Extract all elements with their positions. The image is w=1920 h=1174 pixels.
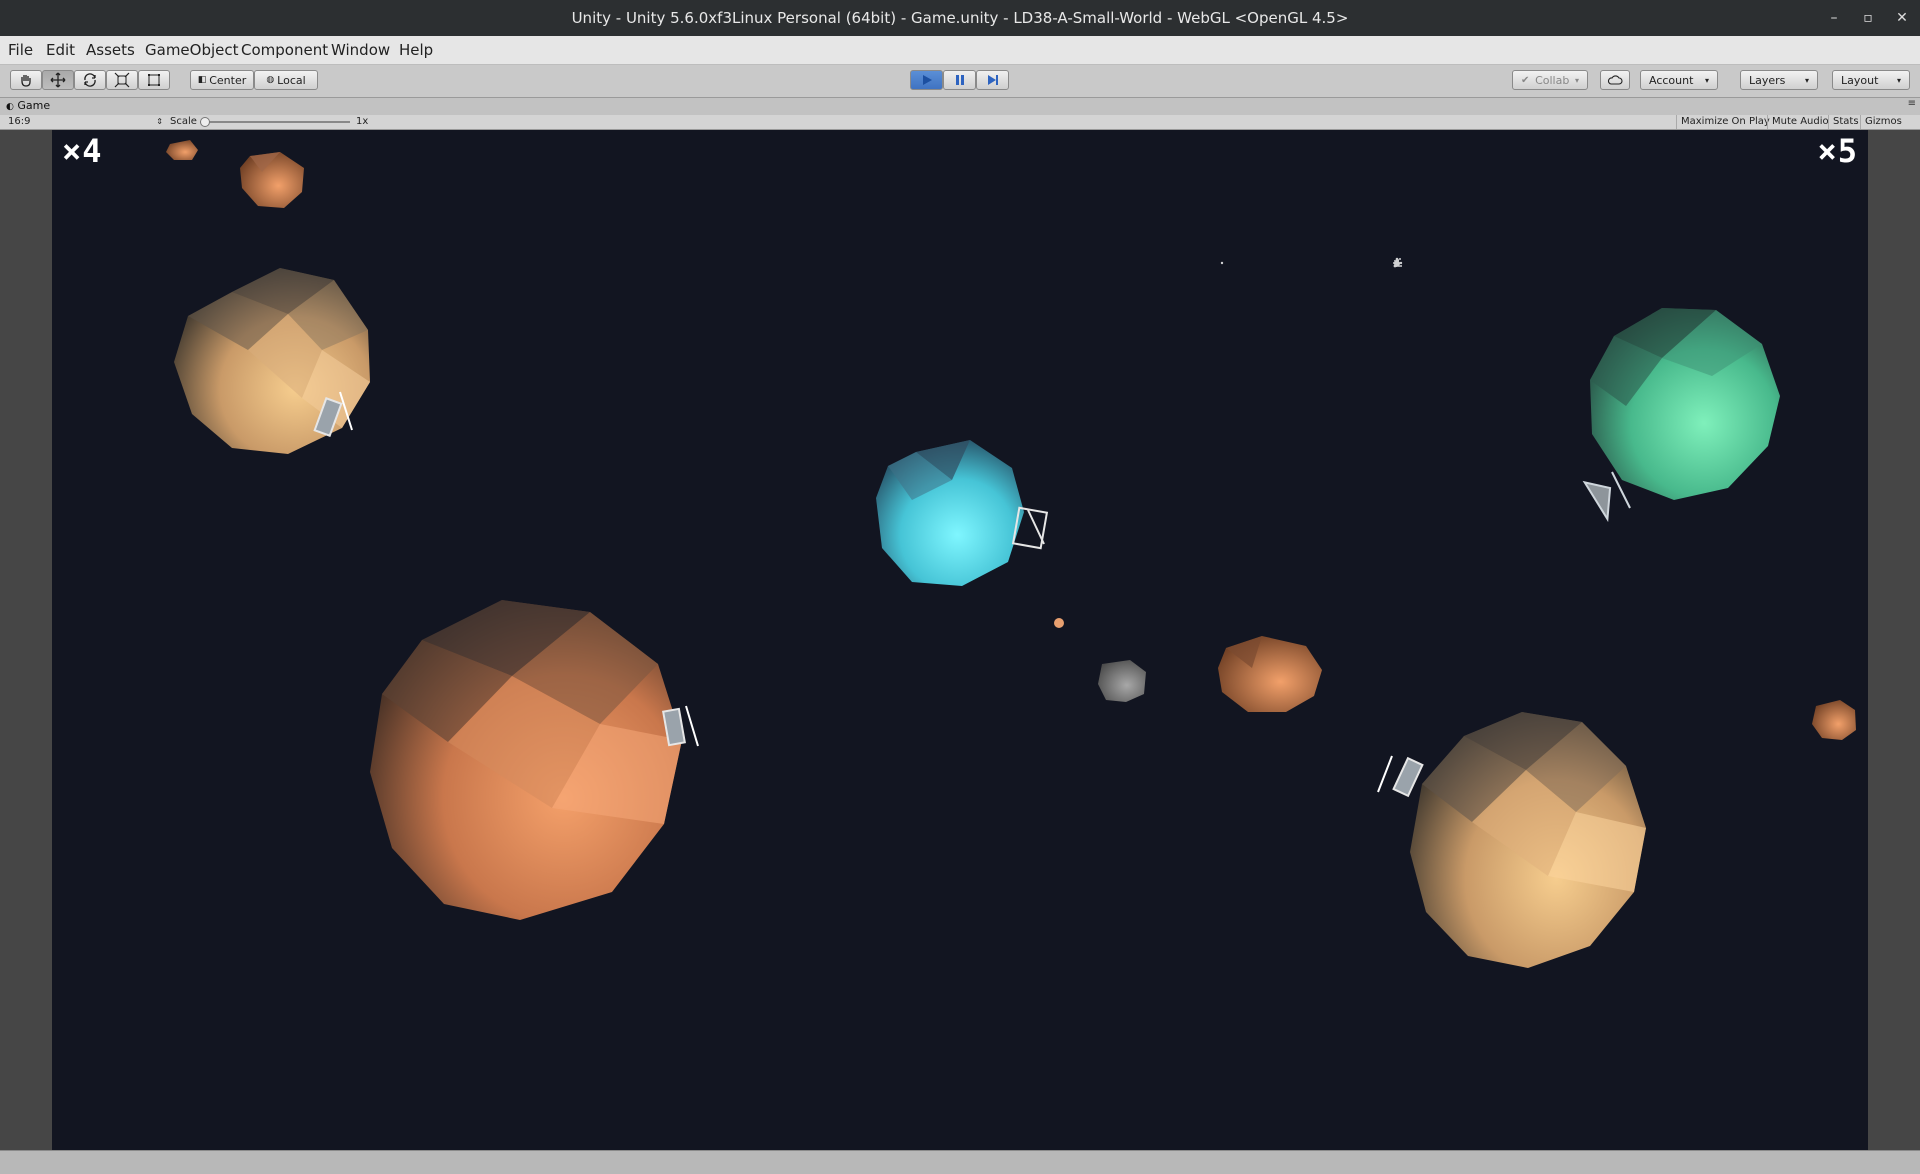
asteroid-center-orange: [1218, 636, 1322, 712]
hand-tool-button[interactable]: [10, 70, 42, 90]
account-dropdown[interactable]: Account ▾: [1640, 70, 1718, 90]
maximize-on-play-toggle[interactable]: Maximize On Play: [1676, 115, 1774, 129]
game-viewport[interactable]: ×4 ×5: [52, 130, 1868, 1150]
collab-dropdown[interactable]: ✔ Collab ▾: [1512, 70, 1588, 90]
game-view-panel: ×4 ×5: [0, 130, 1920, 1150]
asteroid-small-right: [1812, 700, 1856, 740]
title-bar: Unity - Unity 5.6.0xf3Linux Personal (64…: [0, 0, 1920, 36]
cloud-button[interactable]: [1600, 70, 1630, 90]
step-button[interactable]: [976, 70, 1009, 90]
rotate-tool-button[interactable]: [74, 70, 106, 90]
projectile-dot: [1054, 618, 1064, 628]
asteroid-small-top-left: [166, 140, 198, 160]
chevron-down-icon: ▾: [1574, 75, 1579, 85]
move-tool-button[interactable]: [42, 70, 74, 90]
planet-cyan-center: [876, 440, 1024, 586]
check-icon: ✔: [1521, 74, 1530, 86]
chevron-down-icon: ▾: [1704, 75, 1709, 85]
play-icon: [922, 75, 932, 85]
menu-file[interactable]: File: [8, 41, 33, 59]
menu-help[interactable]: Help: [399, 41, 433, 59]
gizmos-dropdown[interactable]: Gizmos: [1860, 115, 1906, 129]
layout-dropdown[interactable]: Layout ▾: [1832, 70, 1910, 90]
layers-dropdown[interactable]: Layers ▾: [1740, 70, 1818, 90]
star-field: [1220, 257, 1403, 268]
aspect-dropdown[interactable]: 16:9 ⇕: [8, 115, 163, 129]
game-tab-bar: ◐ Game ≡: [0, 98, 1920, 115]
planet-green-right: [1590, 308, 1780, 500]
scale-tool-button[interactable]: [106, 70, 138, 90]
player-right-lives: ×5: [1817, 132, 1858, 170]
planet-orange-bottom-left: [370, 600, 682, 920]
window-title: Unity - Unity 5.6.0xf3Linux Personal (64…: [571, 9, 1349, 27]
rect-transform-icon: [148, 74, 160, 86]
move-icon: [50, 72, 66, 88]
game-controller-icon: ◐: [6, 102, 14, 112]
minimize-button[interactable]: –: [1824, 8, 1844, 28]
collab-label: Collab: [1535, 73, 1570, 87]
pause-button[interactable]: [943, 70, 976, 90]
account-label: Account: [1649, 73, 1694, 87]
aspect-label: 16:9: [8, 116, 31, 127]
pivot-icon: ◧: [197, 75, 207, 85]
planet-tan-bottom-right: [1410, 712, 1646, 968]
tab-game[interactable]: ◐ Game: [6, 99, 50, 112]
maximize-button[interactable]: ▫: [1858, 8, 1878, 28]
pause-icon: [955, 75, 964, 85]
asteroid-top-left: [240, 152, 304, 208]
chevron-updown-icon: ⇕: [156, 117, 163, 126]
chevron-down-icon: ▾: [1896, 75, 1901, 85]
hand-icon: [21, 75, 31, 87]
scale-slider-handle[interactable]: [200, 117, 210, 127]
rotate-icon: [84, 73, 96, 87]
status-bar: [0, 1150, 1920, 1174]
scale-icon: [114, 72, 130, 88]
menu-assets[interactable]: Assets: [86, 41, 135, 59]
play-button[interactable]: [910, 70, 943, 90]
game-view-controls: 16:9 ⇕ Scale 1x Maximize On Play Mute Au…: [0, 115, 1920, 130]
scale-label: Scale: [170, 116, 197, 127]
satellite-bottom-right: [1377, 755, 1424, 798]
menu-edit[interactable]: Edit: [46, 41, 75, 59]
layers-label: Layers: [1749, 73, 1786, 87]
menu-gameobject[interactable]: GameObject: [145, 41, 239, 59]
rect-tool-button[interactable]: [138, 70, 170, 90]
chevron-down-icon: ▾: [1804, 75, 1809, 85]
pivot-local-toggle[interactable]: ◍ Local: [254, 70, 318, 90]
menu-component[interactable]: Component: [241, 41, 328, 59]
layout-label: Layout: [1841, 73, 1879, 87]
game-scene: [166, 140, 1856, 968]
stats-toggle[interactable]: Stats: [1828, 115, 1863, 129]
local-icon: ◍: [266, 75, 275, 85]
asteroid-gray: [1098, 660, 1146, 702]
close-button[interactable]: ✕: [1892, 8, 1912, 28]
satellite-bottom-left: [662, 705, 699, 747]
menu-window[interactable]: Window: [331, 41, 390, 59]
tab-game-label: Game: [17, 99, 51, 112]
tab-options-icon[interactable]: ≡: [1908, 98, 1916, 109]
player-left-lives: ×4: [62, 132, 103, 170]
scale-slider[interactable]: [200, 117, 350, 127]
pivot-center-label: Center: [209, 73, 247, 87]
pivot-center-toggle[interactable]: ◧ Center: [190, 70, 254, 90]
step-icon: [987, 75, 998, 85]
pivot-local-label: Local: [277, 73, 306, 87]
cloud-icon: [1607, 75, 1623, 85]
mute-audio-toggle[interactable]: Mute Audio: [1767, 115, 1833, 129]
toolbar: ◧ Center ◍ Local ✔ Collab ▾ Account ▾ La…: [0, 65, 1920, 98]
menu-bar: File Edit Assets GameObject Component Wi…: [0, 36, 1920, 65]
planet-tan-top-left: [174, 268, 370, 454]
scale-value: 1x: [356, 116, 369, 127]
